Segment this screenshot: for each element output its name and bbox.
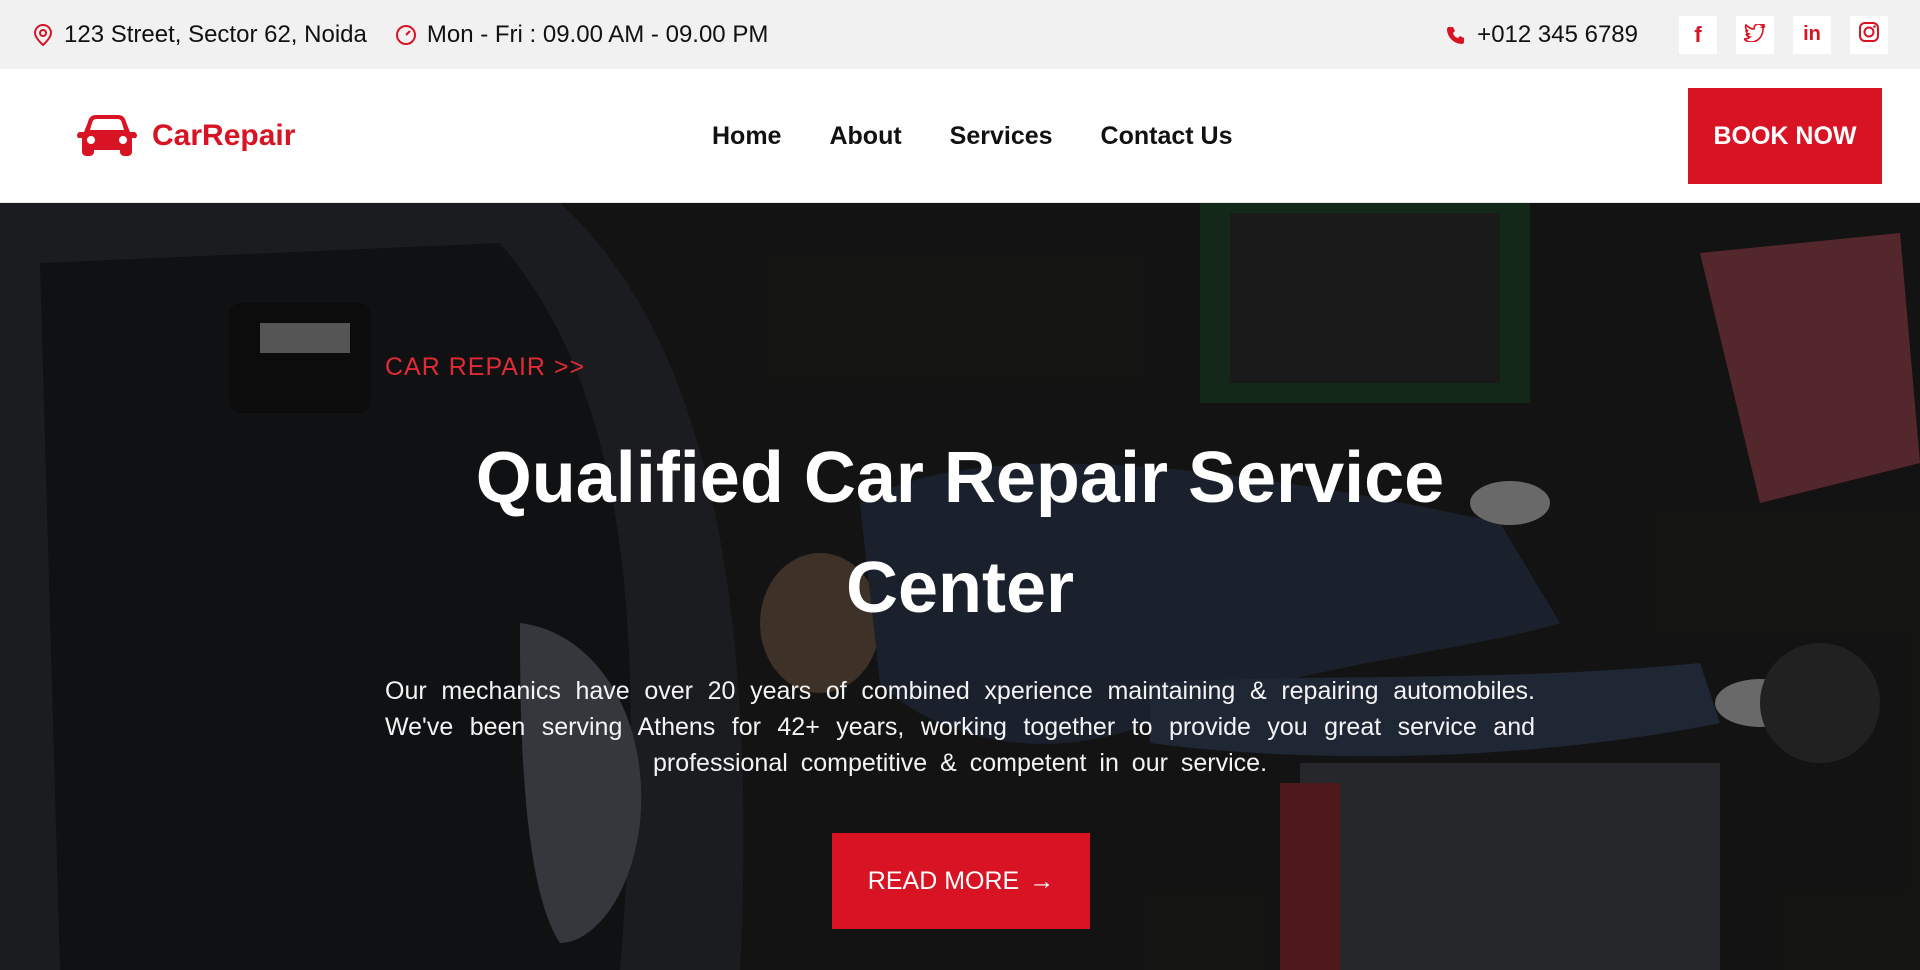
nav-contact-us[interactable]: Contact Us	[1101, 122, 1233, 151]
read-more-button[interactable]: READ MORE →	[832, 833, 1090, 929]
linkedin-link[interactable]: in	[1793, 15, 1831, 54]
car-icon	[76, 112, 138, 160]
brand-logo[interactable]: CarRepair	[76, 112, 295, 160]
hero-section: CAR REPAIR >> Qualified Car Repair Servi…	[0, 203, 1920, 970]
hours-info: Mon - Fri : 09.00 AM - 09.00 PM	[395, 21, 768, 49]
hero-description: Our mechanics have over 20 years of comb…	[385, 677, 1535, 777]
phone-icon	[1445, 24, 1467, 46]
hero-title: Qualified Car Repair Service Center	[380, 423, 1540, 643]
topbar-right: +012 345 6789 f in	[1445, 15, 1888, 54]
read-more-label: READ MORE	[867, 866, 1020, 895]
address-info: 123 Street, Sector 62, Noida	[32, 21, 367, 49]
facebook-icon: f	[1694, 21, 1702, 47]
arrow-right-icon: →	[1029, 866, 1055, 895]
main-menu: Home About Services Contact Us	[712, 69, 1281, 203]
brand-name: CarRepair	[152, 118, 296, 152]
twitter-link[interactable]	[1736, 15, 1774, 54]
hero-title-line2: Center	[845, 548, 1075, 628]
phone-text: +012 345 6789	[1477, 20, 1638, 48]
nav-services[interactable]: Services	[950, 122, 1053, 151]
linkedin-icon: in	[1803, 23, 1821, 45]
address-text: 123 Street, Sector 62, Noida	[64, 20, 367, 48]
twitter-icon	[1742, 21, 1766, 48]
book-now-button[interactable]: BOOK NOW	[1688, 88, 1882, 184]
facebook-link[interactable]: f	[1679, 15, 1717, 54]
map-pin-icon	[32, 23, 54, 46]
hero-kicker: CAR REPAIR >>	[385, 353, 586, 381]
instagram-icon	[1858, 21, 1880, 49]
topbar: 123 Street, Sector 62, Noida Mon - Fri :…	[0, 0, 1920, 69]
navbar: CarRepair Home About Services Contact Us…	[0, 69, 1920, 203]
hero-title-line1: Qualified Car Repair Service	[475, 438, 1445, 518]
nav-home[interactable]: Home	[712, 122, 781, 151]
hero-content: CAR REPAIR >> Qualified Car Repair Servi…	[380, 203, 1540, 970]
clock-icon	[395, 24, 417, 46]
hours-text: Mon - Fri : 09.00 AM - 09.00 PM	[426, 20, 769, 48]
instagram-link[interactable]	[1850, 15, 1888, 54]
nav-about[interactable]: About	[829, 122, 901, 151]
phone-info: +012 345 6789	[1445, 21, 1638, 49]
